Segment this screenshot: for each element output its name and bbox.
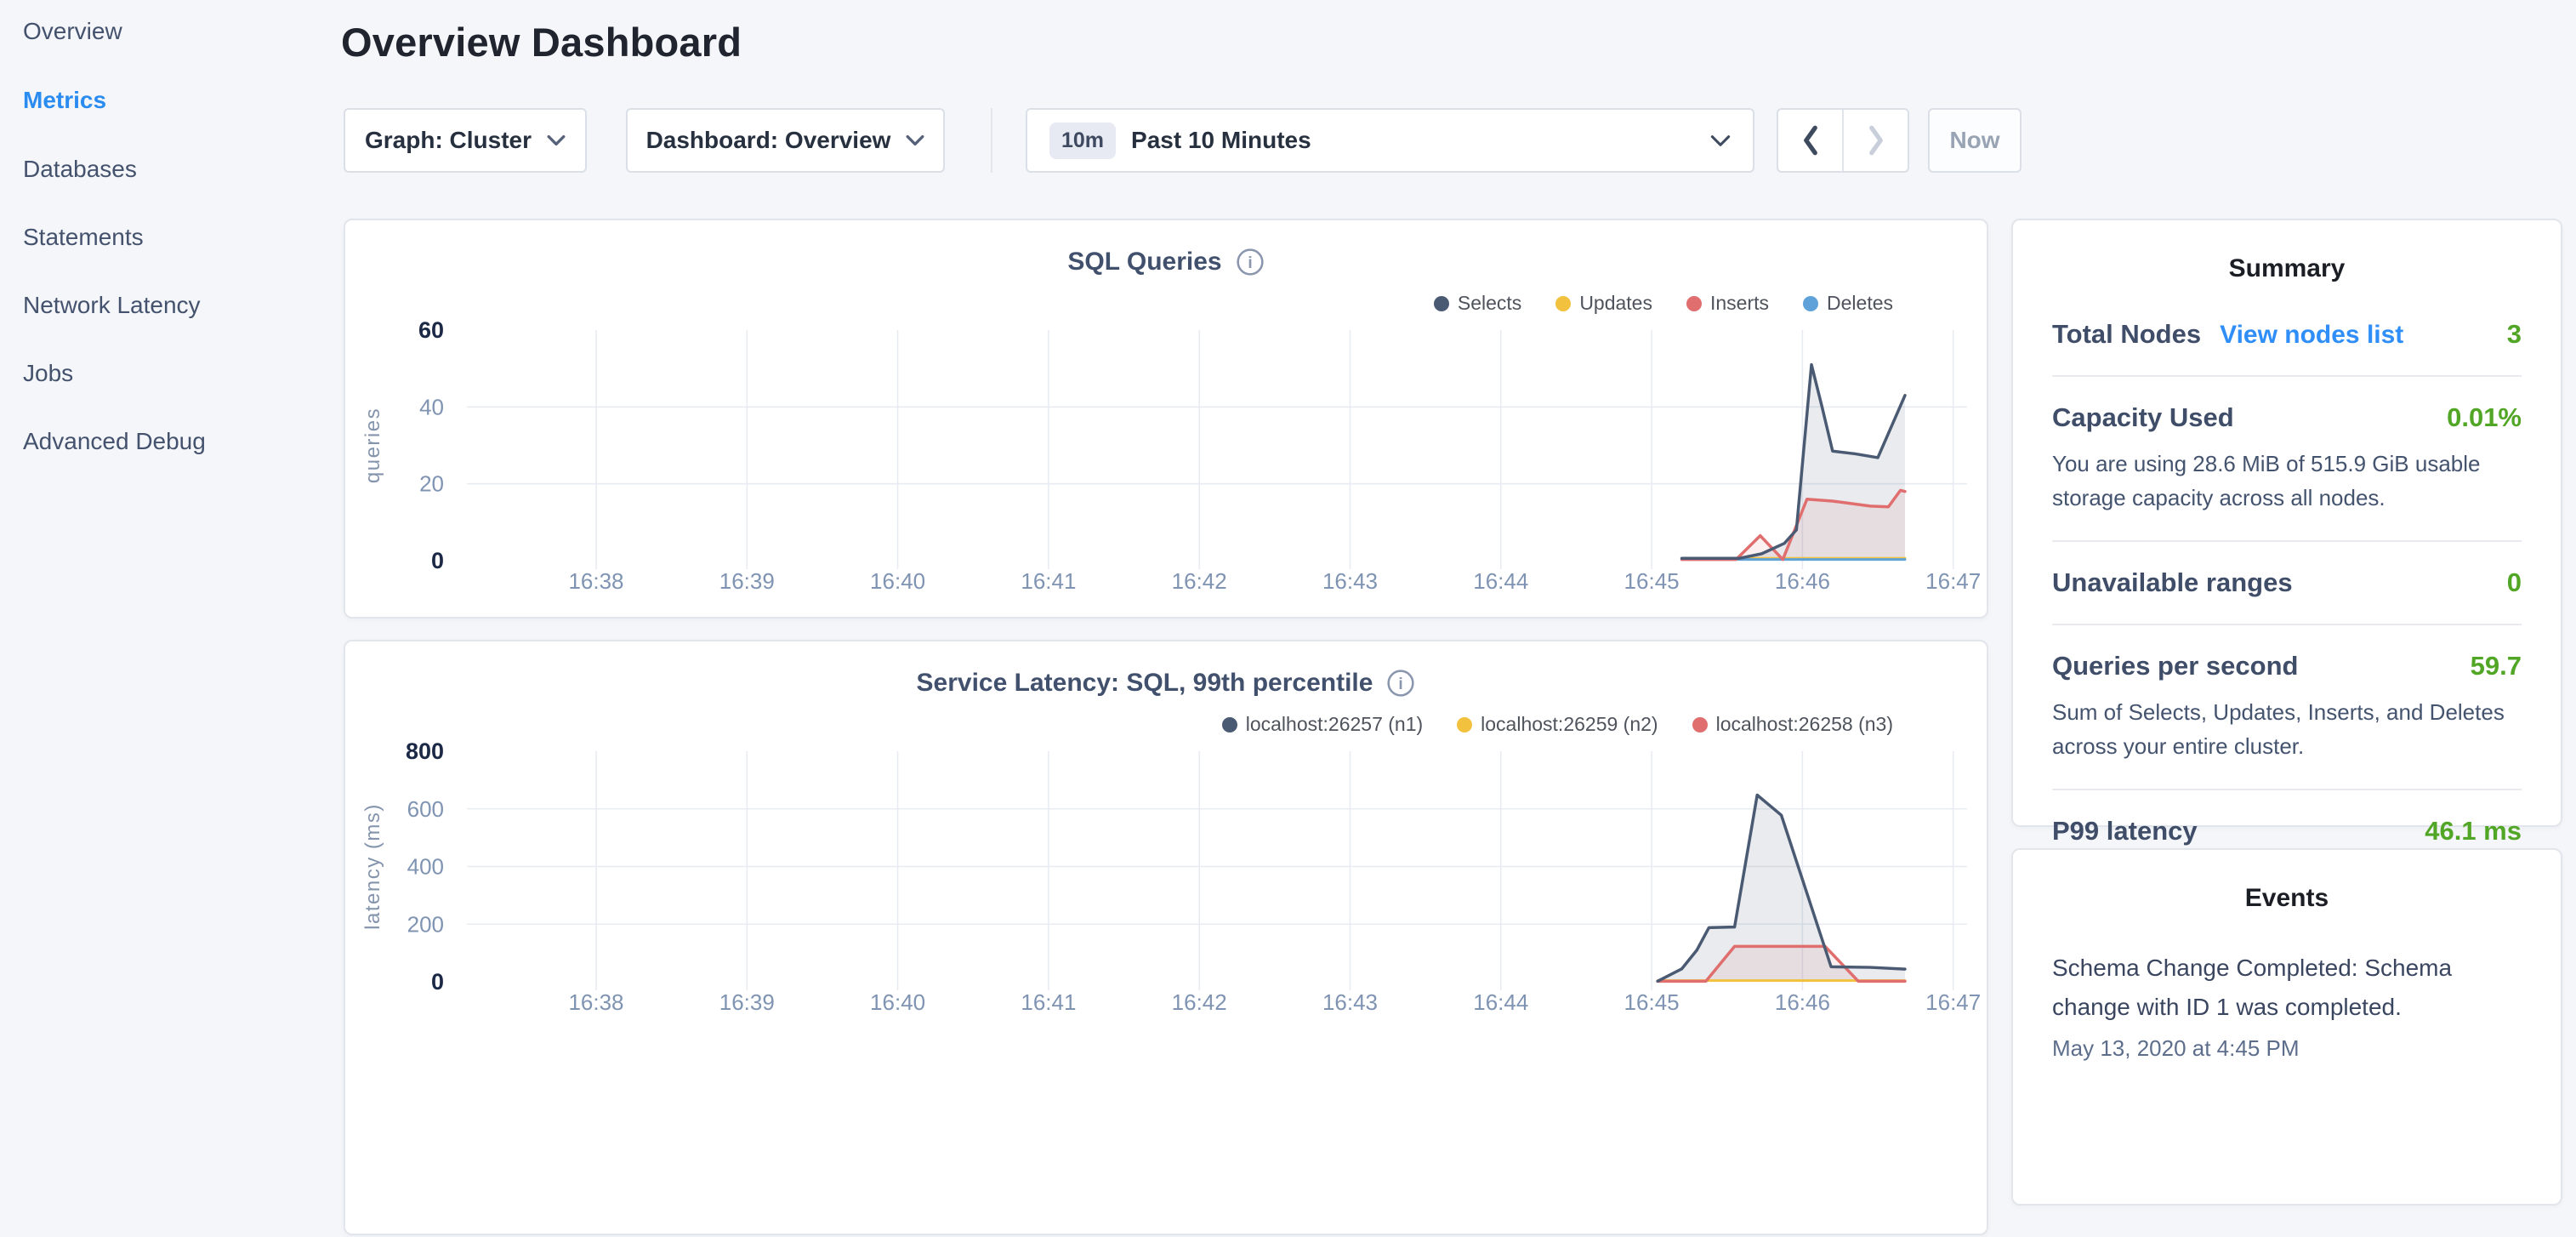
- svg-text:40: 40: [419, 394, 444, 419]
- svg-text:latency (ms): latency (ms): [361, 803, 384, 930]
- svg-text:16:38: 16:38: [568, 568, 623, 594]
- time-window-selector[interactable]: 10m Past 10 Minutes: [1026, 108, 1754, 173]
- chevron-down-icon: [906, 134, 924, 146]
- svg-text:16:39: 16:39: [719, 568, 775, 594]
- svg-text:16:45: 16:45: [1624, 989, 1680, 1015]
- chart-plot-area[interactable]: 16:38 16:39 16:40 16:41 16:42 16:43 16:44 16:45…: [345, 641, 1987, 1237]
- summary-row-value: 46.1 ms: [2425, 816, 2522, 847]
- summary-row-total-nodes: Total Nodes View nodes list 3: [2052, 294, 2522, 377]
- view-nodes-list-link[interactable]: View nodes list: [2220, 321, 2403, 350]
- svg-text:600: 600: [407, 796, 444, 822]
- svg-text:16:39: 16:39: [719, 989, 775, 1015]
- service-latency-chart-card: Service Latency: SQL, 99th percentile i …: [344, 640, 1988, 1235]
- summary-title: Summary: [2013, 220, 2561, 283]
- svg-text:0: 0: [431, 969, 444, 995]
- summary-row-label: Capacity Used: [2052, 402, 2234, 433]
- svg-text:16:45: 16:45: [1624, 568, 1680, 594]
- svg-text:0: 0: [431, 548, 444, 573]
- svg-text:16:46: 16:46: [1775, 568, 1830, 594]
- sql-queries-chart-card: SQL Queries i SelectsUpdatesInsertsDelet…: [344, 219, 1988, 618]
- svg-text:16:46: 16:46: [1775, 989, 1830, 1015]
- sidebar: Overview Metrics Databases Statements Ne…: [0, 0, 344, 1052]
- now-button[interactable]: Now: [1928, 108, 2022, 173]
- page-title: Overview Dashboard: [341, 19, 742, 66]
- dashboard-dropdown[interactable]: Dashboard: Overview: [626, 108, 945, 173]
- svg-text:16:44: 16:44: [1473, 989, 1528, 1015]
- summary-row-label: Queries per second: [2052, 651, 2298, 681]
- svg-text:16:40: 16:40: [870, 989, 925, 1015]
- summary-row-label: Unavailable ranges: [2052, 567, 2293, 598]
- events-title: Events: [2013, 850, 2561, 913]
- sidebar-item-overview[interactable]: Overview: [23, 12, 122, 51]
- summary-row-unavailable-ranges: Unavailable ranges 0: [2052, 542, 2522, 625]
- sidebar-item-metrics[interactable]: Metrics: [23, 81, 106, 120]
- svg-text:16:40: 16:40: [870, 568, 925, 594]
- sidebar-item-statements[interactable]: Statements: [23, 218, 144, 257]
- sidebar-item-advanced-debug[interactable]: Advanced Debug: [23, 422, 206, 461]
- svg-text:60: 60: [418, 317, 444, 343]
- events-panel: Events Schema Change Completed: Schema c…: [2011, 848, 2562, 1206]
- sidebar-item-network-latency[interactable]: Network Latency: [23, 286, 201, 325]
- svg-text:800: 800: [406, 738, 444, 764]
- chevron-down-icon: [1710, 134, 1731, 147]
- sidebar-item-jobs[interactable]: Jobs: [23, 354, 73, 393]
- svg-text:16:47: 16:47: [1925, 989, 1981, 1015]
- summary-row-label: Total Nodes: [2052, 319, 2201, 350]
- dashboard-dropdown-label: Dashboard: Overview: [646, 127, 891, 154]
- svg-text:16:47: 16:47: [1925, 568, 1981, 594]
- svg-text:16:43: 16:43: [1322, 568, 1378, 594]
- summary-row-value: 0.01%: [2447, 402, 2522, 433]
- svg-text:16:44: 16:44: [1473, 568, 1528, 594]
- event-timestamp: May 13, 2020 at 4:45 PM: [2052, 1035, 2522, 1062]
- summary-row-label: P99 latency: [2052, 816, 2198, 847]
- time-window-label: Past 10 Minutes: [1131, 127, 1695, 154]
- now-button-label: Now: [1949, 127, 1999, 154]
- summary-row-value: 59.7: [2471, 651, 2522, 681]
- chevron-left-icon: [1800, 123, 1822, 158]
- svg-text:queries: queries: [361, 408, 384, 483]
- svg-text:200: 200: [407, 911, 444, 937]
- svg-text:16:42: 16:42: [1172, 568, 1227, 594]
- graph-dropdown-label: Graph: Cluster: [365, 127, 532, 154]
- controls-divider: [991, 108, 992, 173]
- svg-text:16:43: 16:43: [1322, 989, 1378, 1015]
- time-step-back-button[interactable]: [1778, 110, 1844, 171]
- summary-panel: Summary Total Nodes View nodes list 3 Ca…: [2011, 219, 2562, 827]
- chevron-right-icon: [1865, 123, 1887, 158]
- svg-text:16:41: 16:41: [1021, 989, 1076, 1015]
- svg-text:16:41: 16:41: [1021, 568, 1076, 594]
- summary-row-value: 0: [2507, 567, 2522, 598]
- controls-bar: Graph: Cluster Dashboard: Overview 10m P…: [344, 108, 2130, 173]
- summary-row-description: Sum of Selects, Updates, Inserts, and De…: [2052, 695, 2522, 763]
- time-step-forward-button[interactable]: [1844, 110, 1908, 171]
- svg-text:16:38: 16:38: [568, 989, 623, 1015]
- time-step-buttons: [1777, 108, 1909, 173]
- sidebar-item-databases[interactable]: Databases: [23, 150, 137, 189]
- graph-dropdown[interactable]: Graph: Cluster: [344, 108, 587, 173]
- summary-row-value: 3: [2507, 319, 2522, 350]
- event-message[interactable]: Schema Change Completed: Schema change w…: [2052, 949, 2522, 1027]
- summary-row-capacity-used: Capacity Used 0.01% You are using 28.6 M…: [2052, 377, 2522, 542]
- svg-text:16:42: 16:42: [1172, 989, 1227, 1015]
- time-window-badge: 10m: [1049, 123, 1116, 159]
- svg-text:20: 20: [419, 471, 444, 497]
- chevron-down-icon: [547, 134, 566, 146]
- summary-row-description: You are using 28.6 MiB of 515.9 GiB usab…: [2052, 447, 2522, 515]
- chart-plot-area[interactable]: 16:38 16:39 16:40 16:41 16:42 16:43 16:44 16:45…: [345, 220, 1987, 620]
- summary-row-queries-per-second: Queries per second 59.7 Sum of Selects, …: [2052, 625, 2522, 790]
- svg-text:400: 400: [407, 854, 444, 880]
